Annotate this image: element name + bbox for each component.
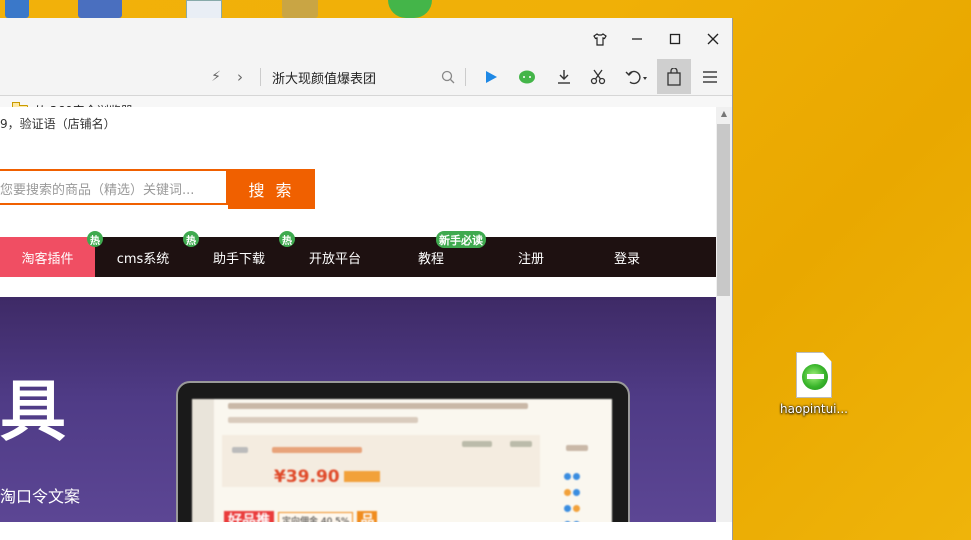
brand-tag: 好品推 (224, 511, 274, 522)
desktop-icon-partial[interactable] (78, 0, 122, 18)
desktop-top-icon-strip (0, 0, 971, 20)
desktop-icon-partial[interactable] (186, 0, 222, 20)
desktop-file-icon[interactable]: haopintui... (776, 352, 852, 416)
nav-item-register[interactable]: 注册 (483, 237, 579, 277)
scroll-up-icon[interactable]: ▲ (716, 109, 732, 121)
nav-item-cms[interactable]: cms系统 (95, 237, 191, 277)
desktop-icon-partial[interactable] (5, 0, 29, 18)
banner-subtitle: 淘口令文案 (0, 487, 81, 506)
new-user-badge: 新手必读 (436, 231, 486, 248)
video-play-icon[interactable] (480, 66, 502, 88)
nav-item-plugin[interactable]: 淘客插件 (0, 237, 95, 277)
chevron-right-icon[interactable]: › (229, 66, 251, 88)
vertical-scrollbar[interactable]: ▲ (716, 107, 732, 522)
download-icon[interactable] (553, 66, 575, 88)
product-card (222, 435, 540, 487)
desktop-file-label: haopintui... (780, 402, 848, 416)
wechat-icon[interactable] (516, 66, 538, 88)
laptop-screen: ¥39.90 好品推 定向佣金 40.5% 品 (192, 399, 612, 522)
nav-item-login[interactable]: 登录 (579, 237, 675, 277)
product-price: ¥39.90 (274, 467, 340, 487)
banner-headline: 具 (0, 373, 66, 450)
minimize-icon[interactable] (625, 28, 649, 50)
maximize-icon[interactable] (663, 28, 687, 50)
search-button[interactable]: 搜 索 (228, 169, 315, 209)
menu-icon[interactable] (699, 66, 721, 88)
product-tag-bar: 好品推 定向佣金 40.5% 品 (224, 511, 378, 522)
nav-item-download[interactable]: 助手下载 (191, 237, 287, 277)
verify-text: 9，验证语（店铺名） (0, 117, 116, 131)
product-tag: 品 (357, 511, 378, 522)
laptop-mockup: ¥39.90 好品推 定向佣金 40.5% 品 (176, 381, 630, 522)
scissors-icon[interactable] (587, 66, 609, 88)
web-page-content: 9，验证语（店铺名） 您要搜索的商品（精选）关键词... 搜 索 淘客插件 热 … (0, 107, 716, 522)
scroll-thumb[interactable] (717, 124, 730, 296)
ie-document-icon (796, 352, 832, 398)
main-nav: 淘客插件 热 cms系统 热 助手下载 热 开放平台 教程 新手必读 注册 登录 (0, 231, 716, 277)
skin-icon[interactable] (588, 28, 612, 50)
promo-banner: 具 淘口令文案 ¥39.90 好品推 定向佣金 40.5% 品 (0, 297, 716, 522)
search-input[interactable]: 您要搜索的商品（精选）关键词... (0, 169, 228, 205)
undo-icon[interactable] (622, 66, 650, 88)
close-icon[interactable] (701, 28, 725, 50)
address-bar-text[interactable]: 浙大现颜值爆表团 (272, 68, 376, 87)
search-placeholder: 您要搜索的商品（精选）关键词... (0, 183, 195, 198)
title-bar (0, 18, 732, 58)
commission-tag: 定向佣金 40.5% (278, 512, 354, 522)
nav-item-open-platform[interactable]: 开放平台 (287, 237, 383, 277)
search-icon[interactable] (437, 66, 459, 88)
lightning-icon[interactable]: ⚡ (205, 66, 227, 88)
shopping-bag-icon[interactable] (657, 59, 691, 94)
wechat-desktop-icon[interactable] (388, 0, 432, 18)
browser-toolbar: ⚡ › 浙大现颜值爆表团 (0, 58, 732, 96)
desktop-icon-partial[interactable] (282, 0, 318, 18)
